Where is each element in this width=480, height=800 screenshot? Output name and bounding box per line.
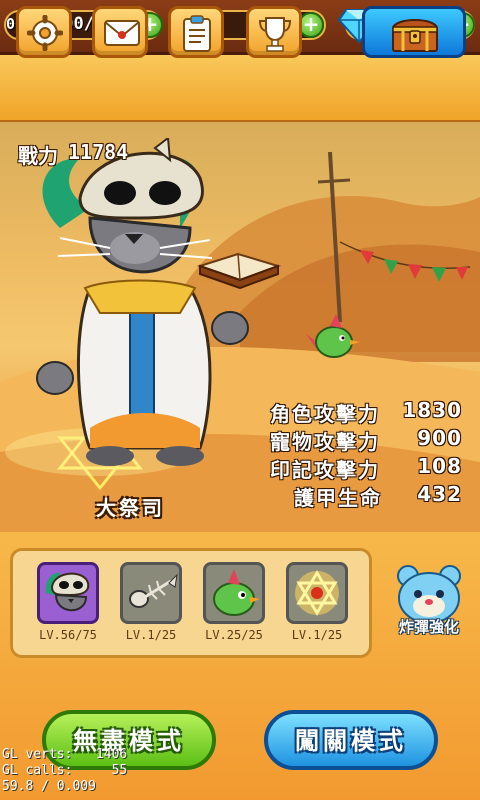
trophy-icon: [258, 17, 292, 52]
stage-mode-button[interactable]: 闖關模式: [264, 710, 438, 770]
stat-pet-attack: 寵物攻擊力 900: [270, 426, 470, 455]
debug-calls: GL calls: 55: [2, 763, 128, 778]
hero-name: 大祭司: [96, 496, 165, 520]
bird-pet-icon: [213, 569, 260, 616]
gear-icon: [27, 15, 63, 51]
mail-button[interactable]: [92, 6, 148, 58]
combat-power-value: 11784: [68, 140, 129, 164]
debug-fps: 59.8 / 0.009: [2, 779, 96, 794]
clipboard-icon: [183, 15, 211, 52]
pet-slot-level: LV.25/25: [205, 628, 263, 642]
hamster-icon: [397, 565, 461, 624]
pet-slot[interactable]: [203, 562, 265, 624]
stat-value: 432: [417, 482, 462, 506]
bomb-upgrade-label: 炸彈強化: [398, 618, 459, 636]
seal-slot[interactable]: [286, 562, 348, 624]
treasure-chest-button[interactable]: [362, 6, 466, 58]
stat-value: 108: [417, 454, 462, 478]
hero-slot-level: LV.56/75: [39, 628, 97, 642]
combat-power-label: 戰力: [18, 144, 58, 168]
menu-bar: [0, 55, 480, 123]
armor-slot[interactable]: [120, 562, 182, 624]
stat-label: 護甲生命: [294, 486, 382, 510]
bird-pet-icon: [306, 314, 360, 358]
hexagram-seal-icon: [295, 570, 339, 616]
seal-slot-level: LV.1/25: [291, 628, 343, 642]
stat-label: 角色攻擊力: [270, 402, 380, 426]
mail-icon: [104, 20, 140, 46]
ranking-button[interactable]: [246, 6, 302, 58]
fish-bone-icon: [129, 573, 178, 608]
stat-character-attack: 角色攻擊力 1830: [270, 398, 470, 427]
hero-slot[interactable]: [37, 562, 99, 624]
debug-verts: GL verts: 1406: [2, 747, 128, 762]
treasure-chest-icon: [391, 19, 439, 52]
hero-portrait-icon: [45, 572, 90, 612]
high-priest-hero-icon: [36, 138, 249, 466]
quest-button[interactable]: [168, 6, 224, 58]
stat-label: 寵物攻擊力: [270, 430, 380, 454]
settings-button[interactable]: [16, 6, 72, 58]
stat-seal-attack: 印記攻擊力 108: [270, 454, 470, 483]
stat-value: 1830: [402, 398, 462, 422]
armor-slot-level: LV.1/25: [125, 628, 177, 642]
stat-value: 900: [417, 426, 462, 450]
stat-armor-hp: 護甲生命 432: [270, 482, 470, 511]
spell-book-icon: [196, 252, 282, 290]
stat-label: 印記攻擊力: [270, 458, 380, 482]
